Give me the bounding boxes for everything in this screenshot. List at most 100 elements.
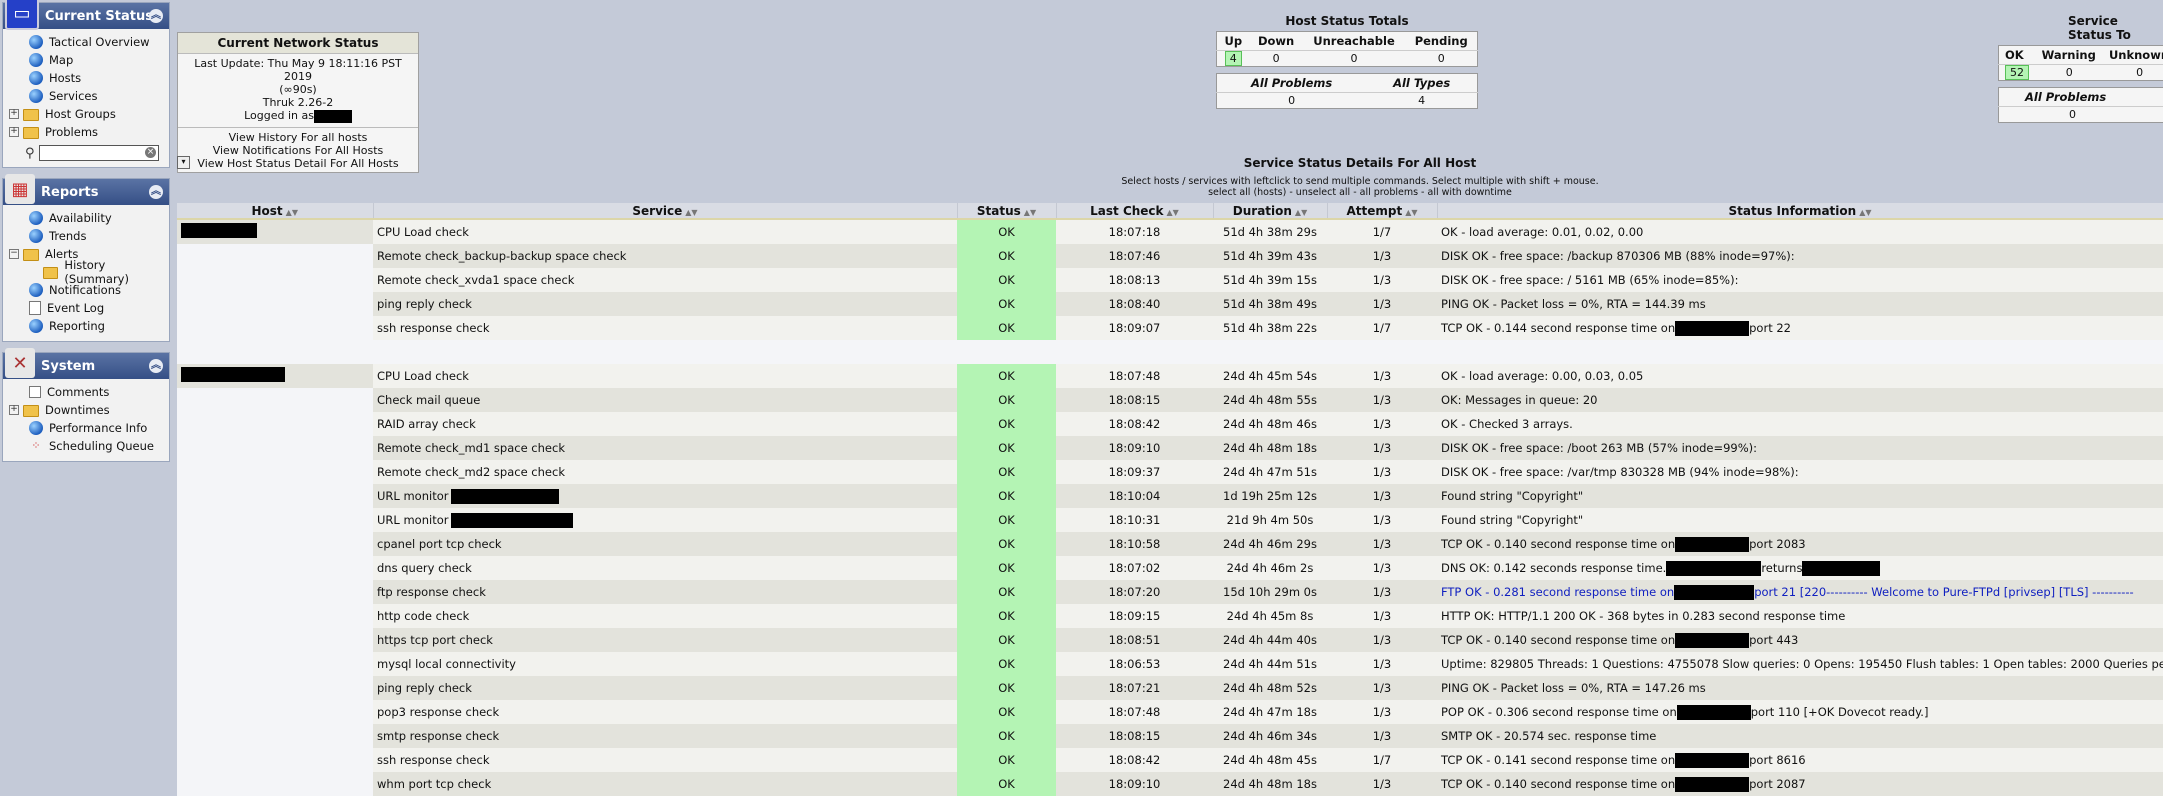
service-name[interactable]: ssh response check — [373, 748, 957, 772]
service-name[interactable]: pop3 response check — [373, 700, 957, 724]
column-service[interactable]: Service▲▼ — [373, 203, 957, 219]
column-status[interactable]: Status▲▼ — [957, 203, 1056, 219]
sidebar-item-availability[interactable]: Availability — [3, 209, 169, 227]
collapse-icon[interactable]: ︽ — [149, 359, 163, 373]
count-down[interactable]: 0 — [1250, 51, 1303, 67]
header-unreachable[interactable]: Unreachable — [1303, 32, 1406, 51]
table-row[interactable]: mysql local connectivityOK18:06:5324d 4h… — [177, 652, 2163, 676]
service-name[interactable]: cpanel port tcp check — [373, 532, 957, 556]
table-row[interactable]: ssh response checkOK18:09:0751d 4h 38m 2… — [177, 316, 2163, 340]
service-name[interactable]: ssh response check — [373, 316, 957, 340]
table-row[interactable]: RAID array checkOK18:08:4224d 4h 48m 46s… — [177, 412, 2163, 436]
table-row[interactable]: URL monitorOK18:10:041d 19h 25m 12s1/3Fo… — [177, 484, 2163, 508]
service-name[interactable]: whm port tcp check — [373, 772, 957, 796]
sidebar-item-problems[interactable]: +Problems — [3, 123, 169, 141]
sidebar-item-history-summary[interactable]: History (Summary) — [3, 263, 169, 281]
refresh-interval[interactable]: (∞90s) — [180, 83, 416, 96]
link-view-host-status[interactable]: View Host Status Detail For All Hosts — [178, 157, 418, 170]
header-down[interactable]: Down — [1250, 32, 1303, 51]
header-up[interactable]: Up — [1217, 32, 1250, 51]
search-input[interactable]: × — [39, 145, 159, 161]
service-name[interactable]: https tcp port check — [373, 628, 957, 652]
table-row[interactable]: ping reply checkOK18:08:4051d 4h 38m 49s… — [177, 292, 2163, 316]
service-name[interactable]: Remote check_md2 space check — [373, 460, 957, 484]
selection-links[interactable]: select all (hosts) - unselect all - all … — [1090, 187, 1630, 198]
table-row[interactable]: whm port tcp checkOK18:09:1024d 4h 48m 1… — [177, 772, 2163, 796]
table-row[interactable]: ping reply checkOK18:07:2124d 4h 48m 52s… — [177, 676, 2163, 700]
header-unknown[interactable]: Unknown — [2103, 46, 2163, 65]
table-row[interactable]: smtp response checkOK18:08:1524d 4h 46m … — [177, 724, 2163, 748]
service-name[interactable]: Check mail queue — [373, 388, 957, 412]
service-name[interactable]: smtp response check — [373, 724, 957, 748]
header-all-problems[interactable]: All Problems — [1217, 74, 1367, 93]
service-name[interactable]: URL monitor — [373, 484, 957, 508]
table-row[interactable]: CPU Load checkOK18:07:4824d 4h 45m 54s1/… — [177, 364, 2163, 388]
table-row[interactable]: dns query checkOK18:07:0224d 4h 46m 2s1/… — [177, 556, 2163, 580]
expand-icon[interactable]: + — [9, 405, 19, 415]
sidebar-item-trends[interactable]: Trends — [3, 227, 169, 245]
table-row[interactable]: Remote check_md2 space checkOK18:09:3724… — [177, 460, 2163, 484]
table-row[interactable]: pop3 response checkOK18:07:4824d 4h 47m … — [177, 700, 2163, 724]
count-ok[interactable]: 52 — [1999, 65, 2036, 81]
column-host[interactable]: Host▲▼ — [177, 203, 373, 219]
table-row[interactable]: cpanel port tcp checkOK18:10:5824d 4h 46… — [177, 532, 2163, 556]
column-attempt[interactable]: Attempt▲▼ — [1327, 203, 1437, 219]
header-warning[interactable]: Warning — [2036, 46, 2103, 65]
count-unknown[interactable]: 0 — [2103, 65, 2163, 81]
expand-icon[interactable]: + — [9, 127, 19, 137]
collapse-tree-icon[interactable]: − — [9, 249, 19, 259]
service-name[interactable]: ping reply check — [373, 676, 957, 700]
sidebar-item-downtimes[interactable]: +Downtimes — [3, 401, 169, 419]
service-name[interactable]: mysql local connectivity — [373, 652, 957, 676]
count-up[interactable]: 4 — [1217, 51, 1250, 67]
link-view-notifications[interactable]: View Notifications For All Hosts — [178, 144, 418, 157]
service-name[interactable]: URL monitor — [373, 508, 957, 532]
collapse-icon[interactable]: ︽ — [149, 185, 163, 199]
table-row[interactable]: ftp response checkOK18:07:2015d 10h 29m … — [177, 580, 2163, 604]
service-name[interactable]: http code check — [373, 604, 957, 628]
sidebar-item-tactical-overview[interactable]: Tactical Overview — [3, 33, 169, 51]
sidebar-item-services[interactable]: Services — [3, 87, 169, 105]
reports-header[interactable]: ▦ Reports ︽ — [3, 179, 169, 205]
expand-icon[interactable]: + — [9, 109, 19, 119]
redacted-hostname[interactable] — [181, 223, 257, 238]
service-name[interactable]: ping reply check — [373, 292, 957, 316]
service-name[interactable]: ftp response check — [373, 580, 957, 604]
sidebar-item-event-log[interactable]: Event Log — [3, 299, 169, 317]
header-svc-all-problems[interactable]: All Problems — [1999, 88, 2163, 107]
redacted-hostname[interactable] — [181, 367, 285, 382]
collapse-icon[interactable]: ︽ — [149, 9, 163, 23]
sidebar-item-host-groups[interactable]: +Host Groups — [3, 105, 169, 123]
table-row[interactable]: CPU Load checkOK18:07:1851d 4h 38m 29s1/… — [177, 219, 2163, 244]
count-pending[interactable]: 0 — [1405, 51, 1477, 67]
table-row[interactable]: http code checkOK18:09:1524d 4h 45m 8s1/… — [177, 604, 2163, 628]
service-name[interactable]: Remote check_backup-backup space check — [373, 244, 957, 268]
count-svc-all-problems[interactable]: 0 — [1999, 107, 2163, 123]
table-row[interactable]: ssh response checkOK18:08:4224d 4h 48m 4… — [177, 748, 2163, 772]
count-all-problems[interactable]: 0 — [1217, 93, 1367, 109]
column-status-information[interactable]: Status Information▲▼ — [1437, 203, 2163, 219]
count-warning[interactable]: 0 — [2036, 65, 2103, 81]
header-ok[interactable]: OK — [1999, 46, 2036, 65]
column-last-check[interactable]: Last Check▲▼ — [1056, 203, 1213, 219]
count-all-types[interactable]: 4 — [1366, 93, 1477, 109]
current-status-header[interactable]: ▭ Current Status ︽ — [3, 3, 169, 29]
table-row[interactable]: URL monitorOK18:10:3121d 9h 4m 50s1/3Fou… — [177, 508, 2163, 532]
service-name[interactable]: dns query check — [373, 556, 957, 580]
sidebar-item-scheduling-queue[interactable]: ⁘Scheduling Queue — [3, 437, 169, 455]
service-name[interactable]: Remote check_md1 space check — [373, 436, 957, 460]
header-pending[interactable]: Pending — [1405, 32, 1477, 51]
sidebar-item-performance-info[interactable]: Performance Info — [3, 419, 169, 437]
sidebar-item-map[interactable]: Map — [3, 51, 169, 69]
table-row[interactable]: Remote check_md1 space checkOK18:09:1024… — [177, 436, 2163, 460]
sidebar-item-comments[interactable]: Comments — [3, 383, 169, 401]
link-view-history[interactable]: View History For all hosts — [178, 131, 418, 144]
host-cell[interactable] — [177, 364, 373, 388]
toggle-filter-icon[interactable]: ▾ — [177, 156, 190, 169]
table-row[interactable]: Remote check_xvda1 space checkOK18:08:13… — [177, 268, 2163, 292]
table-row[interactable]: Check mail queueOK18:08:1524d 4h 48m 55s… — [177, 388, 2163, 412]
table-row[interactable]: https tcp port checkOK18:08:5124d 4h 44m… — [177, 628, 2163, 652]
system-header[interactable]: ✕ System ︽ — [3, 353, 169, 379]
host-cell[interactable] — [177, 219, 373, 244]
service-name[interactable]: CPU Load check — [373, 219, 957, 244]
